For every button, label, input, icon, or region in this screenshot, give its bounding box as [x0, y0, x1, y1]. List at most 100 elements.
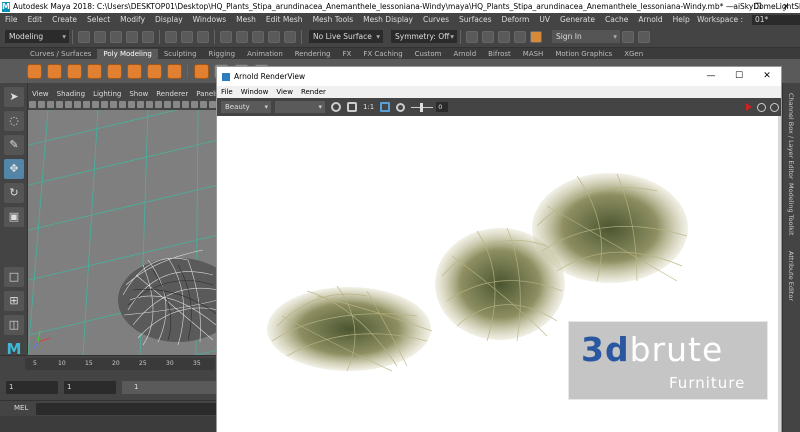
scale-tool-icon[interactable]: ▣ — [4, 207, 24, 227]
render-play-icon[interactable] — [746, 103, 752, 111]
snap-grid-icon[interactable] — [220, 30, 232, 43]
aov-dropdown[interactable]: Beauty — [221, 101, 271, 113]
select-hierarchy-icon[interactable] — [165, 30, 177, 43]
menu-file[interactable]: File — [0, 15, 23, 24]
menu-curves[interactable]: Curves — [418, 15, 454, 24]
renderview-menu-view[interactable]: View — [272, 88, 297, 96]
render-settings-icon[interactable] — [498, 30, 510, 43]
lasso-tool-icon[interactable]: ◌ — [4, 111, 24, 131]
super-shape-icon[interactable] — [193, 63, 209, 79]
shelf-tab-mash[interactable]: MASH — [517, 49, 550, 59]
menu-windows[interactable]: Windows — [188, 15, 231, 24]
snap-surface-icon[interactable] — [284, 30, 296, 43]
single-view-icon[interactable]: □ — [4, 267, 24, 287]
range-start-field[interactable]: 1 — [64, 381, 116, 394]
mel-label[interactable]: MEL — [14, 404, 28, 412]
menu-arnold[interactable]: Arnold — [633, 15, 667, 24]
shelf-tab-poly-modeling[interactable]: Poly Modeling — [97, 49, 158, 59]
field-chart-icon[interactable] — [101, 101, 108, 108]
close-button[interactable]: ✕ — [772, 0, 800, 13]
menu-mesh-display[interactable]: Mesh Display — [358, 15, 418, 24]
textured-icon[interactable] — [137, 101, 144, 108]
settings-icon[interactable] — [770, 102, 779, 112]
menu-create[interactable]: Create — [47, 15, 82, 24]
resolution-gate-icon[interactable] — [83, 101, 90, 108]
mode-dropdown[interactable]: Modeling — [5, 30, 69, 43]
zoom-level[interactable]: 1:1 — [363, 103, 374, 111]
range-bar[interactable]: 1 — [122, 381, 216, 394]
move-tool-icon[interactable]: ✥ — [4, 159, 24, 179]
poly-cone-icon[interactable] — [86, 63, 102, 79]
menu-edit-mesh[interactable]: Edit Mesh — [261, 15, 308, 24]
undo-icon[interactable] — [126, 30, 138, 43]
channels-icon[interactable] — [347, 102, 357, 112]
gate-mask-icon[interactable] — [92, 101, 99, 108]
menu-help[interactable]: Help — [668, 15, 695, 24]
arnold-render-icon[interactable] — [530, 30, 542, 43]
image-plane-icon[interactable] — [56, 101, 63, 108]
shelf-tab-rendering[interactable]: Rendering — [289, 49, 337, 59]
poly-cylinder-icon[interactable] — [66, 63, 82, 79]
wireframe-icon[interactable] — [119, 101, 126, 108]
display-settings-icon[interactable] — [331, 102, 341, 112]
menu-deform[interactable]: Deform — [496, 15, 534, 24]
isolate-icon[interactable] — [200, 101, 207, 108]
workspace-dropdown[interactable]: 01* — [752, 14, 800, 25]
shelf-tab-fx[interactable]: FX — [337, 49, 358, 59]
refresh-icon[interactable] — [757, 102, 766, 112]
symmetry-dropdown[interactable]: Symmetry: Off — [391, 30, 457, 43]
menu-mesh[interactable]: Mesh — [231, 15, 261, 24]
shelf-tab-sculpting[interactable]: Sculpting — [158, 49, 203, 59]
toggle-panel-icon[interactable] — [622, 30, 634, 43]
redo-icon[interactable] — [142, 30, 154, 43]
poly-disc-icon[interactable] — [146, 63, 162, 79]
renderview-minimize-button[interactable]: — — [697, 67, 725, 86]
workspace-selector[interactable]: Workspace : 01* — [692, 13, 800, 26]
safe-action-icon[interactable] — [110, 101, 117, 108]
open-scene-icon[interactable] — [94, 30, 106, 43]
hypershade-icon[interactable] — [514, 30, 526, 43]
live-surface-dropdown[interactable]: No Live Surface — [309, 30, 383, 43]
select-tool-icon[interactable]: ➤ — [4, 87, 24, 107]
motion-blur-icon[interactable] — [173, 101, 180, 108]
grid-icon[interactable] — [65, 101, 72, 108]
time-slider[interactable]: 5 10 15 20 25 30 35 — [0, 355, 218, 375]
render-scrollbar[interactable] — [778, 116, 781, 432]
anti-alias-icon[interactable] — [182, 101, 189, 108]
shelf-tab-motion-graphics[interactable]: Motion Graphics — [549, 49, 618, 59]
menu-edit[interactable]: Edit — [23, 15, 48, 24]
exposure-value[interactable]: 0 — [436, 102, 449, 112]
menu-modify[interactable]: Modify — [115, 15, 150, 24]
menu-mesh-tools[interactable]: Mesh Tools — [308, 15, 359, 24]
renderview-menu-file[interactable]: File — [217, 88, 237, 96]
lights-icon[interactable] — [146, 101, 153, 108]
four-view-icon[interactable]: ⊞ — [4, 291, 24, 311]
camera-dropdown[interactable] — [275, 101, 325, 113]
poly-sphere-icon[interactable] — [26, 63, 42, 79]
renderview-maximize-button[interactable]: ☐ — [725, 67, 753, 86]
platonic-solid-icon[interactable] — [166, 63, 182, 79]
select-component-icon[interactable] — [197, 30, 209, 43]
poly-cube-icon[interactable] — [46, 63, 62, 79]
tab-modeling-toolkit[interactable]: Modeling Toolkit — [787, 183, 795, 235]
shelf-tab-xgen[interactable]: XGen — [618, 49, 649, 59]
minimize-button[interactable]: — — [716, 0, 744, 13]
region-icon[interactable] — [380, 102, 391, 112]
tab-channel-box[interactable]: Channel Box / Layer Editor — [787, 93, 795, 180]
renderview-menu-window[interactable]: Window — [237, 88, 273, 96]
rotate-tool-icon[interactable]: ↻ — [4, 183, 24, 203]
menu-uv[interactable]: UV — [534, 15, 555, 24]
mel-input[interactable] — [36, 403, 216, 415]
shadows-icon[interactable] — [155, 101, 162, 108]
shelf-tab-fx-caching[interactable]: FX Caching — [357, 49, 408, 59]
poly-torus-icon[interactable] — [106, 63, 122, 79]
xray-icon[interactable] — [209, 101, 216, 108]
perspective-viewport[interactable] — [28, 110, 218, 355]
start-time-field[interactable]: 1 — [6, 381, 58, 394]
shelf-tab-rigging[interactable]: Rigging — [203, 49, 242, 59]
save-scene-icon[interactable] — [110, 30, 122, 43]
shelf-tab-animation[interactable]: Animation — [241, 49, 289, 59]
select-object-icon[interactable] — [181, 30, 193, 43]
menu-display[interactable]: Display — [150, 15, 188, 24]
film-gate-icon[interactable] — [74, 101, 81, 108]
